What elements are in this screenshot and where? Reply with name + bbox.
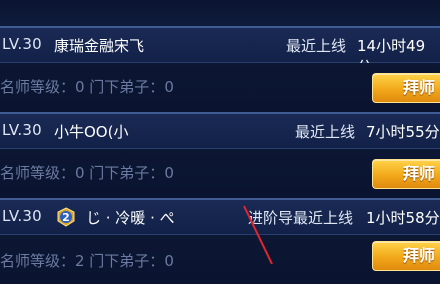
- entry-header: LV.30 2 じ · 冷暖 · ぺ 进阶导最近上线 1小时58分: [0, 200, 440, 235]
- last-online-label: 进阶导最近上线: [248, 209, 354, 227]
- last-online-time: 7小时55分: [366, 123, 440, 141]
- mentor-stats: 名师等级：0 门下弟子：0: [0, 78, 174, 96]
- badge-level: 2: [62, 211, 70, 224]
- entry-details: 名师等级：0 门下弟子：0 拜师: [0, 149, 440, 198]
- entry-header: LV.30 小牛OO(小 最近上线 7小时55分: [0, 114, 440, 149]
- top-strip: [0, 0, 440, 26]
- entry-details: 名师等级：0 门下弟子：0 拜师: [0, 63, 440, 112]
- player-name[interactable]: じ · 冷暖 · ぺ: [86, 207, 175, 228]
- mentor-entry: LV.30 2 じ · 冷暖 · ぺ 进阶导最近上线 1小时58分 名师等级：2…: [0, 198, 440, 284]
- player-level: LV.30: [2, 35, 42, 53]
- apprentice-button[interactable]: 拜师: [372, 241, 440, 271]
- mentor-stats: 名师等级：0 门下弟子：0: [0, 164, 174, 182]
- last-online-label: 最近上线: [295, 123, 356, 141]
- last-online-time: 1小时58分: [366, 209, 440, 227]
- player-name[interactable]: 康瑞金融宋飞: [54, 35, 144, 56]
- mentor-entry: LV.30 小牛OO(小 最近上线 7小时55分 名师等级：0 门下弟子：0 拜…: [0, 112, 440, 198]
- entry-header: LV.30 康瑞金融宋飞 最近上线 14小时49分: [0, 28, 440, 76]
- apprentice-button[interactable]: 拜师: [372, 73, 440, 103]
- apprentice-button[interactable]: 拜师: [372, 159, 440, 189]
- mentor-entry: LV.30 康瑞金融宋飞 最近上线 14小时49分 名师等级：0 门下弟子：0 …: [0, 26, 440, 112]
- entry-details: 名师等级：2 门下弟子：0 拜师: [0, 235, 440, 284]
- player-level: LV.30: [2, 207, 42, 225]
- mentor-stats: 名师等级：2 门下弟子：0: [0, 252, 174, 270]
- player-name[interactable]: 小牛OO(小: [54, 121, 128, 142]
- last-online-label: 最近上线: [286, 37, 347, 55]
- player-level: LV.30: [2, 121, 42, 139]
- mentor-badge-icon: 2: [56, 207, 76, 227]
